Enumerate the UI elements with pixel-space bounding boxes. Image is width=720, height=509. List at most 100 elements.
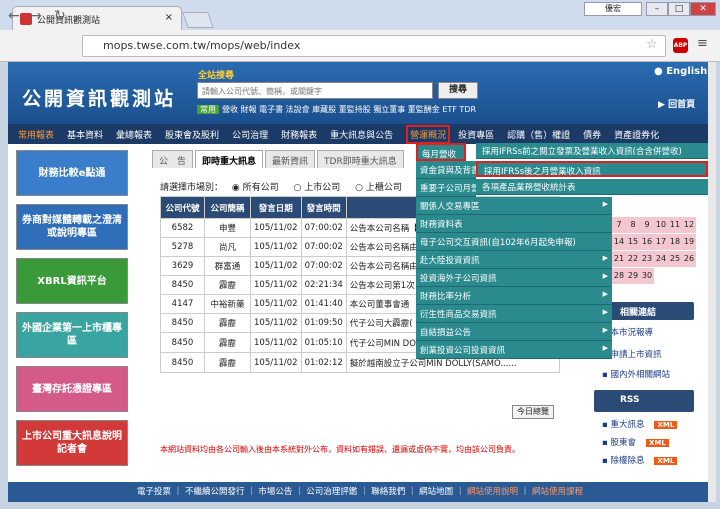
english-link[interactable]: ● English [654,66,707,77]
cal-day[interactable]: 9 [640,217,654,233]
banner-foreign-listing[interactable]: 外國企業第一上市櫃專區 [16,312,128,358]
cal-day[interactable]: 26 [682,251,696,267]
footer-link[interactable]: 電子投票 [137,487,171,497]
footer-link[interactable]: 不繼續公開發行 [185,487,245,497]
tab-latest[interactable]: 最新資訊 [265,150,316,168]
site-logo[interactable]: 公開資訊觀測站 [22,84,176,111]
menu-monthly-revenue[interactable]: 每月營收 [416,143,466,161]
menu-item[interactable]: 自結損益公告 ▶ [416,323,612,341]
back-icon[interactable]: ← [8,8,20,24]
cal-day[interactable]: 7 [612,217,626,233]
hot-words-text[interactable]: 營收 財報 電子書 法說會 庫藏股 董監持股 獨立董事 董監酬金 ETF TDR [222,105,476,114]
nav-item[interactable]: 公司治理 [232,128,268,141]
radio-otc[interactable]: ○ 上櫃公司 [355,183,408,193]
cal-day[interactable]: 29 [626,268,640,284]
home-link[interactable]: ▶ 回首頁 [658,97,695,110]
radio-listed[interactable]: ○ 上市公司 [294,183,347,193]
cal-day[interactable] [654,268,668,284]
reload-icon[interactable]: ↻ [54,8,66,24]
menu-item[interactable]: 母子公司交互資訊(自102年6月起免申報) [416,233,612,251]
footer-link[interactable]: 公司治理評鑑 [306,487,357,497]
today-overview-button[interactable]: 今日總覽 [512,405,554,419]
menu-item[interactable]: 投資海外子公司資訊 ▶ [416,269,612,287]
cal-day[interactable]: 16 [640,234,654,250]
cal-day[interactable]: 25 [668,251,682,267]
close-window-icon[interactable]: ✕ [690,2,716,16]
cal-day[interactable]: 19 [682,234,696,250]
footer-link[interactable]: 網站地圖 [419,487,453,497]
cal-day[interactable]: 14 [612,234,626,250]
search-input[interactable]: 請輸入公司代號、簡稱，或關鍵字 [197,82,433,99]
cal-day[interactable] [654,200,668,216]
cal-day[interactable] [668,200,682,216]
cal-day[interactable]: 30 [640,268,654,284]
scrollbar[interactable] [708,62,716,502]
browser-menu-icon[interactable]: ≡ [697,36,708,51]
xml-icon[interactable]: XML [654,421,678,429]
profile-button[interactable]: 優宏 [584,2,642,16]
menu-item[interactable]: 赴大陸投資資訊 ▶ [416,251,612,269]
submenu-item-ifrs-monthly[interactable]: 採用IFRSs後之月營業收入資訊 [476,161,708,177]
search-button[interactable]: 搜尋 [438,82,478,99]
banner-xbrl[interactable]: XBRL資訊平台 [16,258,128,304]
cal-day[interactable] [626,200,640,216]
menu-item[interactable]: 重要子公司月營 [416,179,480,197]
right-link[interactable]: ▪ 國內外相關網站 [602,368,670,380]
cal-day[interactable]: 21 [612,251,626,267]
banner-clarification[interactable]: 券商對媒體轉載之澄清或說明專區 [16,204,128,250]
rss-link[interactable]: ▪ 重大訊息 XML [602,418,678,430]
nav-item-operations[interactable]: 營運概況 [406,124,451,144]
bookmark-star-icon[interactable]: ☆ [646,37,658,52]
cal-day[interactable]: 28 [612,268,626,284]
tab-tdr[interactable]: TDR即時重大訊息 [317,150,404,168]
nav-item[interactable]: 資產證券化 [614,128,659,141]
forward-icon[interactable]: → [30,8,42,24]
cal-day[interactable]: 8 [626,217,640,233]
cal-day[interactable]: 11 [668,217,682,233]
footer-link[interactable]: 市場公告 [258,487,292,497]
nav-item[interactable]: 財務報表 [281,128,317,141]
rss-link[interactable]: ▪ 股東會 XML [602,436,669,448]
maximize-icon[interactable]: □ [668,2,690,16]
tab-realtime[interactable]: 即時重大訊息 [195,150,264,168]
nav-item[interactable]: 重大訊息與公告 [330,128,393,141]
new-tab-button[interactable] [182,12,214,28]
cal-day[interactable]: 12 [682,217,696,233]
footer-link[interactable]: 網站使用課程 [532,487,583,497]
adblock-icon[interactable]: ABP [673,38,688,53]
minimize-icon[interactable]: – [646,2,668,16]
cal-day[interactable]: 22 [626,251,640,267]
menu-item[interactable]: 關係人交易專區 ▶ [416,197,612,215]
footer-link[interactable]: 聯絡我們 [371,487,405,497]
xml-icon[interactable]: XML [654,457,678,465]
nav-item[interactable]: 認購（售）權證 [507,128,570,141]
nav-item[interactable]: 投資專區 [458,128,494,141]
nav-item[interactable]: 常用報表 [18,128,54,141]
cal-day[interactable] [668,268,682,284]
menu-item[interactable]: 創業投資公司投資資訊 ▶ [416,341,612,359]
cal-day[interactable]: 15 [626,234,640,250]
footer-link[interactable]: 網站使用說明 [467,487,518,497]
menu-item[interactable]: 財務比率分析 ▶ [416,287,612,305]
banner-press-conference[interactable]: 上市公司重大訊息說明記者會 [16,420,128,466]
cal-day[interactable]: 17 [654,234,668,250]
nav-item[interactable]: 彙總報表 [116,128,152,141]
hot-keywords[interactable]: 常用 營收 財報 電子書 法說會 庫藏股 董監持股 獨立董事 董監酬金 ETF T… [197,104,476,115]
xml-icon[interactable]: XML [645,439,669,447]
cal-day[interactable] [682,268,696,284]
nav-item[interactable]: 基本資料 [67,128,103,141]
radio-all[interactable]: ◉ 所有公司 [232,183,285,193]
rss-link[interactable]: ▪ 除權除息 XML [602,454,678,466]
cal-day[interactable]: 18 [668,234,682,250]
cal-day[interactable]: 10 [654,217,668,233]
nav-item[interactable]: 債券 [583,128,601,141]
address-bar[interactable]: mops.twse.com.tw/mops/web/index [82,35,666,57]
menu-item[interactable]: 衍生性商品交易資訊 ▶ [416,305,612,323]
cal-day[interactable] [682,200,696,216]
menu-item[interactable]: 財務資料表 [416,215,612,233]
submenu-item[interactable]: 採用IFRSs前之閱立發票及營業收入資訊(合含併營收) [476,143,708,159]
banner-tdr[interactable]: 臺灣存託憑證專區 [16,366,128,412]
cal-day[interactable] [612,200,626,216]
cal-day[interactable] [640,200,654,216]
close-tab-icon[interactable]: × [165,12,173,23]
